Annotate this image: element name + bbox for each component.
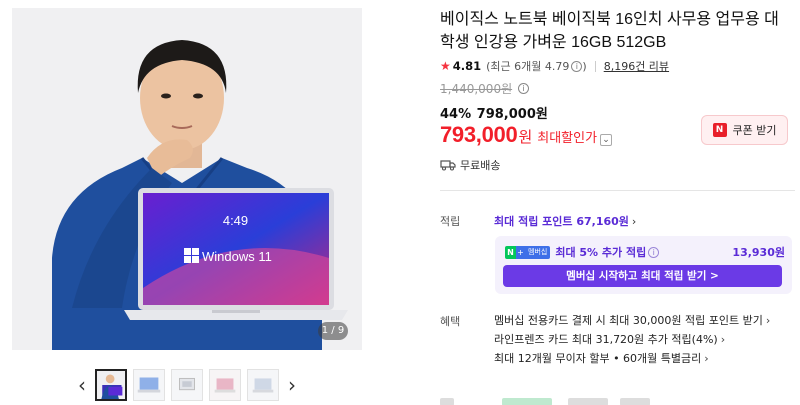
benefit-item[interactable]: 최대 12개월 무이자 할부 • 60개월 특별금리 › bbox=[494, 349, 770, 368]
max-points-text: 최대 적립 포인트 67,160원 bbox=[494, 215, 629, 228]
thumbnail-strip: ‹ › bbox=[72, 369, 302, 401]
naver-n-icon: N bbox=[712, 123, 727, 137]
product-photo bbox=[12, 8, 362, 350]
benefits-list: 멤버십 전용카드 결제 시 최대 30,000원 적립 포인트 받기 › 라인프렌… bbox=[494, 311, 770, 368]
chevron-down-icon[interactable]: ⌄ bbox=[600, 134, 613, 146]
chevron-right-icon: › bbox=[704, 352, 709, 365]
max-points-link[interactable]: 최대 적립 포인트 67,160원 › bbox=[494, 213, 636, 229]
thumbnail-item[interactable] bbox=[95, 369, 127, 401]
membership-row: N + 멤버십 최대 5% 추가 적립 i 13,930원 bbox=[505, 244, 785, 260]
info-icon[interactable]: i bbox=[571, 60, 583, 72]
info-icon[interactable]: i bbox=[518, 83, 530, 94]
chevron-right-icon[interactable]: › bbox=[282, 371, 302, 399]
sale-price: 798,000원 bbox=[476, 107, 548, 122]
chevron-right-icon: › bbox=[631, 215, 637, 228]
recent-rating-close: ) bbox=[582, 59, 587, 73]
membership-badge-text: 멤버십 bbox=[525, 245, 551, 259]
final-price-label: 최대할인가 bbox=[537, 131, 598, 146]
chevron-left-icon[interactable]: ‹ bbox=[72, 371, 92, 399]
points-label: 적립 bbox=[440, 215, 461, 228]
plus-icon: + bbox=[516, 245, 525, 259]
section-divider bbox=[440, 190, 795, 191]
benefit-item-text: 라인프렌즈 카드 최대 31,720원 추가 적립(4%) bbox=[494, 333, 718, 346]
cutoff-next-section bbox=[440, 398, 795, 405]
divider bbox=[594, 60, 596, 72]
image-counter: 1 / 9 bbox=[318, 322, 348, 340]
review-count-link[interactable]: 8,196건 리뷰 bbox=[604, 58, 669, 74]
benefit-item[interactable]: 멤버십 전용카드 결제 시 최대 30,000원 적립 포인트 받기 › bbox=[494, 311, 770, 330]
benefit-item-text: 멤버십 전용카드 결제 시 최대 30,000원 적립 포인트 받기 bbox=[494, 314, 763, 327]
discount-rate: 44% bbox=[440, 107, 472, 122]
thumbnail-item[interactable] bbox=[133, 369, 165, 401]
membership-text: 최대 5% 추가 적립 bbox=[555, 246, 647, 259]
rating-value: 4.81 bbox=[452, 59, 482, 73]
info-icon[interactable]: i bbox=[648, 246, 660, 258]
naver-n-icon: N bbox=[505, 245, 516, 259]
chevron-right-icon: › bbox=[720, 333, 726, 346]
truck-icon bbox=[440, 160, 456, 171]
product-title: 베이직스 노트북 베이직북 16인치 사무용 업무용 대학생 인강용 가벼운 1… bbox=[440, 11, 779, 51]
benefits-label: 혜택 bbox=[440, 315, 461, 328]
recent-rating: (최근 6개월 4.79 bbox=[486, 60, 570, 73]
star-icon: ★ bbox=[440, 59, 451, 73]
sale-price-row: 44% 798,000원 bbox=[440, 103, 548, 122]
shipping-text: 무료배송 bbox=[460, 159, 501, 172]
final-price: 793,000 bbox=[440, 122, 518, 147]
coupon-button[interactable]: N 쿠폰 받기 bbox=[701, 115, 788, 145]
coupon-button-label: 쿠폰 받기 bbox=[732, 124, 777, 137]
chevron-right-icon: › bbox=[765, 314, 771, 327]
main-product-image[interactable]: 4:49 Windows 11 1 / 9 bbox=[12, 8, 362, 350]
original-price: 1,440,000원 bbox=[440, 82, 513, 96]
benefit-item-text: 최대 12개월 무이자 할부 • 60개월 특별금리 bbox=[494, 352, 702, 365]
membership-amount: 13,930원 bbox=[732, 246, 785, 259]
shipping-row: 무료배송 bbox=[440, 157, 500, 173]
membership-start-button[interactable]: 멤버십 시작하고 최대 적립 받기 > bbox=[503, 265, 782, 287]
thumbnail-item[interactable] bbox=[209, 369, 241, 401]
final-price-row: 793,000 원 최대할인가 ⌄ bbox=[440, 122, 613, 148]
thumbnail-item[interactable] bbox=[171, 369, 203, 401]
membership-box: N + 멤버십 최대 5% 추가 적립 i 13,930원 멤버십 시작하고 최… bbox=[495, 236, 792, 294]
thumbnail-item[interactable] bbox=[247, 369, 279, 401]
original-price-row: 1,440,000원 i bbox=[440, 80, 530, 97]
benefit-item[interactable]: 라인프렌즈 카드 최대 31,720원 추가 적립(4%) › bbox=[494, 330, 770, 349]
rating-row: ★ 4.81 (최근 6개월 4.79 i ) 8,196건 리뷰 bbox=[440, 58, 669, 74]
final-price-unit: 원 bbox=[518, 128, 533, 146]
laptop-screen-time: 4:49 bbox=[222, 213, 249, 228]
membership-badge: N + 멤버십 bbox=[505, 245, 551, 259]
laptop-screen-brand: Windows 11 bbox=[202, 249, 272, 264]
